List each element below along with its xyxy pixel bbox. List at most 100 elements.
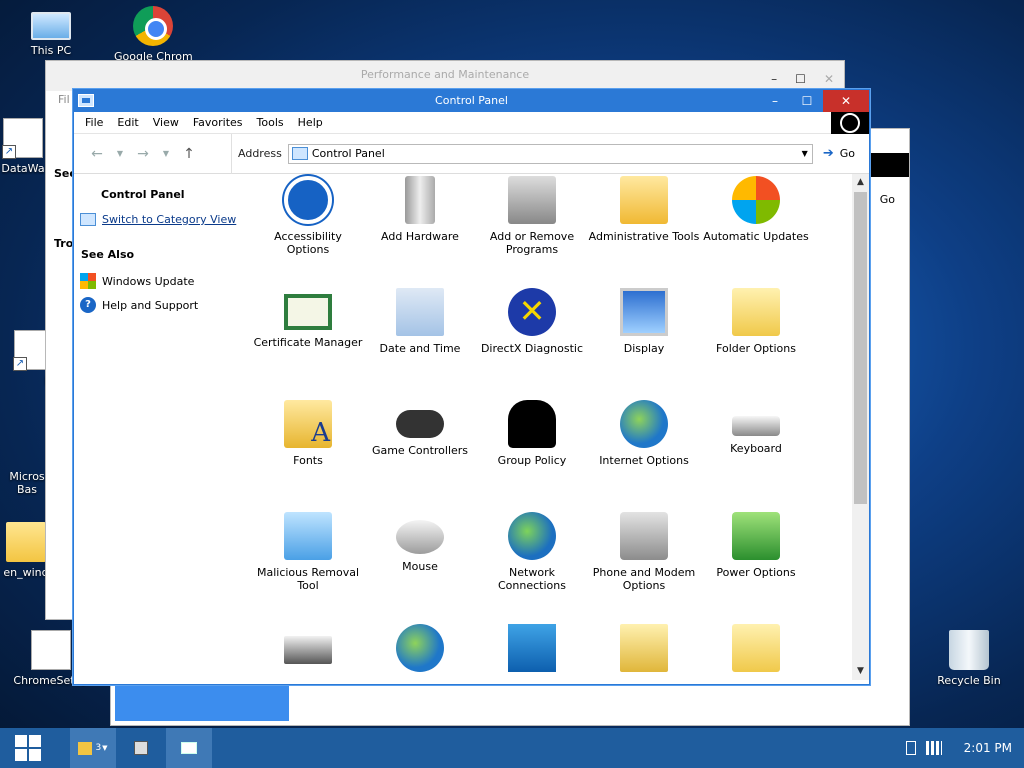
item-scanners-cameras[interactable]	[588, 624, 700, 680]
mouse-icon	[396, 520, 444, 554]
item-group-policy[interactable]: Group Policy	[476, 400, 588, 512]
usb-icon[interactable]	[905, 741, 916, 755]
desktop-icon-label: DataWa	[1, 162, 45, 175]
taskbar-folder-group[interactable]: 3 ▼	[70, 728, 116, 768]
control-panel-items: Accessibility Options Add Hardware Add o…	[252, 174, 869, 680]
item-scheduled-tasks[interactable]	[700, 624, 812, 680]
menu-bar: File Edit View Favorites Tools Help	[74, 112, 869, 134]
address-dropdown-icon[interactable]: ▼	[802, 149, 808, 158]
address-label: Address	[238, 147, 282, 160]
item-administrative-tools[interactable]: Administrative Tools	[588, 176, 700, 288]
vertical-scrollbar[interactable]: ▲ ▼	[852, 174, 869, 680]
item-label: Display	[623, 342, 665, 355]
control-panel-window[interactable]: Control Panel – ☐ ✕ File Edit View Favor…	[73, 89, 870, 685]
scroll-thumb[interactable]	[854, 192, 867, 504]
desktop-icon-label: en_wind	[3, 566, 49, 579]
windows-update-link[interactable]: Windows Update	[80, 273, 242, 289]
menu-tools[interactable]: Tools	[250, 116, 291, 129]
item-keyboard[interactable]: Keyboard	[700, 400, 812, 512]
pane-fragment-tro: Tro	[54, 237, 74, 250]
title-bar[interactable]: Control Panel – ☐ ✕	[74, 90, 869, 112]
recycle-bin-icon	[949, 630, 989, 670]
minimize-button[interactable]: –	[759, 90, 791, 112]
help-icon: ?	[80, 297, 96, 313]
add-remove-programs-icon	[508, 176, 556, 224]
switch-category-view-link[interactable]: Switch to Category View	[80, 213, 242, 226]
back-arrow-icon[interactable]: ←	[86, 146, 108, 162]
item-malicious-removal-tool[interactable]: Malicious Removal Tool	[252, 512, 364, 624]
item-printers[interactable]	[252, 624, 364, 680]
item-fonts[interactable]: Fonts	[252, 400, 364, 512]
forward-dropdown-icon[interactable]: ▼	[160, 149, 172, 158]
display-icon	[620, 288, 668, 336]
scheduled-tasks-icon	[732, 624, 780, 672]
item-display[interactable]: Display	[588, 288, 700, 400]
task-pane: Control Panel Switch to Category View Se…	[74, 174, 248, 680]
menu-file[interactable]: File	[78, 116, 110, 129]
throbber-icon	[831, 112, 869, 134]
desktop-icon-recycle-bin[interactable]: Recycle Bin	[930, 630, 1008, 687]
go-label[interactable]: Go	[880, 193, 895, 206]
help-support-link[interactable]: ? Help and Support	[80, 297, 242, 313]
item-date-and-time[interactable]: Date and Time	[364, 288, 476, 400]
system-tray: 2:01 PM	[905, 728, 1012, 768]
window-title: Control Panel	[435, 94, 508, 107]
nav-buttons: ← ▼ → ▼ ↑	[74, 133, 232, 174]
link-label: Switch to Category View	[102, 213, 237, 226]
go-arrow-icon: ➔	[822, 146, 834, 161]
item-add-remove-programs[interactable]: Add or Remove Programs	[476, 176, 588, 288]
menu-help[interactable]: Help	[291, 116, 330, 129]
item-accessibility-options[interactable]: Accessibility Options	[252, 176, 364, 288]
address-bar[interactable]: Control Panel ▼	[287, 143, 813, 164]
desktop-icon-google-chrome[interactable]: Google Chrome	[114, 6, 192, 63]
up-arrow-icon[interactable]: ↑	[178, 146, 200, 162]
add-hardware-icon	[405, 176, 435, 224]
item-folder-options[interactable]: Folder Options	[700, 288, 812, 400]
start-button[interactable]	[0, 728, 56, 768]
menu-edit[interactable]: Edit	[110, 116, 145, 129]
clock[interactable]: 2:01 PM	[964, 741, 1012, 755]
item-game-controllers[interactable]: Game Controllers	[364, 400, 476, 512]
link-label: Help and Support	[102, 298, 199, 312]
item-directx-diagnostic[interactable]: DirectX Diagnostic	[476, 288, 588, 400]
app-shortcut-icon: ↗	[2, 118, 43, 159]
item-network-connections[interactable]: Network Connections	[476, 512, 588, 624]
icon-view: Accessibility Options Add Hardware Add o…	[248, 174, 869, 680]
scroll-up-icon[interactable]: ▲	[852, 174, 869, 191]
item-automatic-updates[interactable]: Automatic Updates	[700, 176, 812, 288]
desktop-icon-en-wind[interactable]: en_wind	[2, 522, 50, 579]
item-label: Date and Time	[379, 342, 461, 355]
item-regional-options[interactable]	[364, 624, 476, 680]
item-power-options[interactable]: Power Options	[700, 512, 812, 624]
keyboard-layout-icon[interactable]	[925, 741, 942, 755]
scroll-down-icon[interactable]: ▼	[852, 663, 869, 680]
item-internet-options[interactable]: Internet Options	[588, 400, 700, 512]
menu-view[interactable]: View	[146, 116, 186, 129]
network-icon	[508, 512, 556, 560]
desktop-icon-this-pc[interactable]: This PC	[12, 6, 90, 57]
forward-arrow-icon[interactable]: →	[132, 146, 154, 162]
window-count: 3	[95, 743, 102, 753]
back-dropdown-icon[interactable]: ▼	[114, 149, 126, 158]
close-button[interactable]: ✕	[823, 90, 869, 112]
maximize-button[interactable]: ☐	[791, 90, 823, 112]
keyboard-icon	[732, 416, 780, 436]
internet-options-icon	[620, 400, 668, 448]
item-add-hardware[interactable]: Add Hardware	[364, 176, 476, 288]
desktop-icon-datawa[interactable]: ↗ DataWa	[0, 118, 48, 175]
taskbar-window-app[interactable]	[166, 728, 212, 768]
desktop-icon-micros-bas[interactable]: Micros Bas	[4, 470, 50, 496]
menu-favorites[interactable]: Favorites	[186, 116, 250, 129]
item-mouse[interactable]: Mouse	[364, 512, 476, 624]
item-certificate-manager[interactable]: Certificate Manager	[252, 288, 364, 400]
pane-heading: Control Panel	[101, 188, 185, 201]
computer-icon	[31, 12, 71, 40]
go-button[interactable]: ➔ Go	[823, 146, 855, 161]
window-icon	[181, 742, 197, 754]
certificate-icon	[284, 294, 332, 330]
item-blocks[interactable]	[476, 624, 588, 680]
item-phone-and-modem-options[interactable]: Phone and Modem Options	[588, 512, 700, 624]
taskbar-printer-app[interactable]	[118, 728, 164, 768]
windows-logo-icon	[15, 735, 41, 761]
folder-icon	[6, 522, 46, 562]
